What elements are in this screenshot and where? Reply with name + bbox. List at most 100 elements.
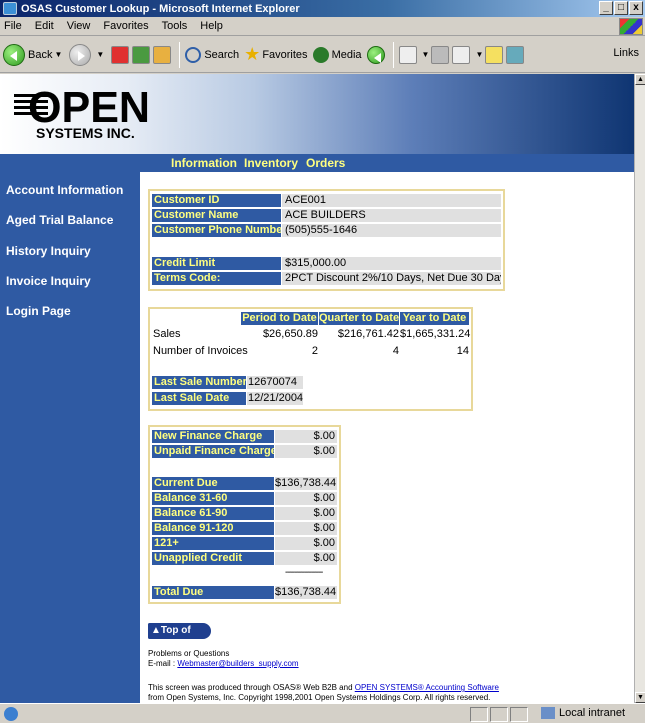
balance-31-60-value: $.00 — [275, 492, 337, 505]
refresh-icon[interactable] — [132, 45, 151, 64]
unpaid-finance-charge-label: Unpaid Finance Charge — [152, 445, 274, 458]
open-systems-link[interactable]: OPEN SYSTEMS® Accounting Software — [355, 683, 499, 692]
customer-id-label: Customer ID — [152, 194, 281, 207]
header-period-to-date: Period to Date — [241, 312, 318, 325]
balance-61-90-value: $.00 — [275, 507, 337, 520]
maximize-button[interactable]: □ — [614, 1, 628, 15]
windows-logo-icon — [619, 18, 643, 35]
status-bar: Local intranet — [0, 703, 645, 723]
media-icon — [312, 46, 329, 63]
sales-year-value: $1,665,331.24 — [400, 328, 471, 340]
search-button[interactable]: Search — [185, 46, 240, 63]
nav-orders[interactable]: Orders — [306, 156, 345, 170]
menu-bar: File Edit View Favorites Tools Help — [0, 17, 645, 36]
sidebar-item-history-inquiry[interactable]: History Inquiry — [6, 244, 91, 258]
balance-91-120-label: Balance 91-120 — [152, 522, 274, 535]
new-finance-charge-label: New Finance Charge — [152, 430, 274, 443]
sales-row-label: Sales — [153, 328, 181, 340]
scroll-up-icon[interactable]: ▲ — [635, 74, 645, 85]
chevron-down-icon[interactable]: ▼ — [96, 50, 104, 59]
header-quarter-to-date: Quarter to Date — [319, 312, 400, 325]
ie-app-icon — [3, 2, 17, 15]
footer-problems: Problems or Questions — [148, 649, 230, 658]
total-due-value: $136,738.44 — [275, 586, 337, 599]
footer-produced-prefix: This screen was produced through OSAS® W… — [148, 683, 355, 692]
total-separator: ---------------- — [285, 567, 323, 578]
links-button[interactable]: Links — [613, 47, 639, 59]
discuss-icon[interactable] — [485, 45, 504, 64]
nav-inventory[interactable]: Inventory — [244, 156, 298, 170]
unapplied-credit-value: $.00 — [275, 552, 337, 565]
intranet-icon — [540, 707, 555, 719]
customer-name-value: ACE BUILDERS — [282, 209, 501, 222]
unpaid-finance-charge-value: $.00 — [275, 445, 337, 458]
last-sale-number-value: 12670074 — [247, 376, 303, 389]
customer-info-box: Customer ID ACE001 Customer Name ACE BUI… — [148, 189, 505, 291]
history-icon[interactable] — [366, 45, 385, 64]
print-icon[interactable] — [431, 45, 450, 64]
chevron-down-icon[interactable]: ▼ — [422, 50, 430, 59]
menu-help[interactable]: Help — [200, 20, 223, 32]
back-label: Back — [28, 48, 53, 61]
sidebar-item-aged-trial-balance[interactable]: Aged Trial Balance — [6, 213, 113, 227]
total-due-label: Total Due — [152, 586, 274, 599]
sidebar-item-invoice-inquiry[interactable]: Invoice Inquiry — [6, 274, 91, 288]
security-zone-label: Local intranet — [558, 707, 625, 719]
chevron-down-icon[interactable]: ▼ — [54, 50, 62, 59]
menu-edit[interactable]: Edit — [35, 20, 54, 32]
stop-icon[interactable] — [111, 45, 130, 64]
messenger-icon[interactable] — [506, 45, 525, 64]
logo-systems-text: SYSTEMS INC. — [36, 125, 135, 141]
window-title-bar: OSAS Customer Lookup - Microsoft Interne… — [0, 0, 645, 17]
sidebar: Account Information Aged Trial Balance H… — [0, 172, 140, 703]
last-sale-date-label: Last Sale Date — [152, 392, 246, 405]
home-icon[interactable] — [153, 45, 172, 64]
nav-information[interactable]: Information — [171, 156, 237, 170]
menu-tools[interactable]: Tools — [162, 20, 188, 32]
open-systems-logo: OPEN SYSTEMS INC. — [14, 84, 150, 141]
media-button[interactable]: Media — [312, 46, 362, 63]
invoices-quarter-value: 4 — [392, 345, 399, 357]
footer-email-line: E-mail : Webmaster@builders_supply.com — [148, 659, 299, 669]
close-button[interactable]: x — [629, 1, 643, 15]
window-controls: _ □ x — [599, 1, 643, 15]
terms-code-value: 2PCT Discount 2%/10 Days, Net Due 30 Day… — [282, 272, 501, 285]
customer-phone-value: (505)555-1646 — [282, 224, 501, 237]
favorites-button[interactable]: ★ Favorites — [244, 44, 307, 65]
top-of-page-button[interactable]: ▲Top of Page — [148, 623, 211, 652]
mail-icon[interactable] — [398, 45, 417, 64]
sales-period-value: $26,650.89 — [262, 328, 318, 340]
credit-limit-label: Credit Limit — [152, 257, 281, 270]
page-status-icon — [4, 706, 18, 721]
unapplied-credit-label: Unapplied Credit — [152, 552, 274, 565]
menu-file[interactable]: File — [4, 20, 22, 32]
forward-button[interactable]: ▼ — [69, 43, 106, 66]
minimize-button[interactable]: _ — [599, 1, 613, 15]
footer-copyright: from Open Systems, Inc. Copyright 1998,2… — [148, 693, 491, 702]
current-due-label: Current Due — [152, 477, 274, 490]
page-viewport: OPEN SYSTEMS INC. Information Inventory … — [0, 74, 634, 703]
menu-favorites[interactable]: Favorites — [103, 20, 148, 32]
menu-view[interactable]: View — [67, 20, 91, 32]
back-button[interactable]: Back ▼ — [3, 43, 64, 66]
sales-quarter-value: $216,761.42 — [337, 328, 399, 340]
edit-page-icon[interactable] — [452, 45, 471, 64]
chevron-down-icon[interactable]: ▼ — [475, 50, 483, 59]
customer-phone-label: Customer Phone Number — [152, 224, 281, 237]
scroll-down-icon[interactable]: ▼ — [635, 692, 645, 703]
sidebar-item-login-page[interactable]: Login Page — [6, 304, 71, 318]
sidebar-item-account-information[interactable]: Account Information — [6, 183, 123, 197]
last-sale-date-value: 12/21/2004 — [247, 392, 303, 405]
invoices-period-value: 2 — [311, 345, 318, 357]
terms-code-label: Terms Code: — [152, 272, 281, 285]
webmaster-email-link[interactable]: Webmaster@builders_supply.com — [177, 659, 298, 668]
vertical-scrollbar[interactable]: ▲ ▼ — [634, 74, 645, 703]
sales-summary-box: Period to Date Quarter to Date Year to D… — [148, 307, 473, 411]
toolbar-separator — [392, 41, 394, 68]
new-finance-charge-value: $.00 — [275, 430, 337, 443]
status-cell — [510, 707, 528, 722]
balance-91-120-value: $.00 — [275, 522, 337, 535]
status-cell — [470, 707, 488, 722]
search-label: Search — [204, 48, 240, 61]
header-banner: OPEN SYSTEMS INC. — [0, 74, 634, 154]
